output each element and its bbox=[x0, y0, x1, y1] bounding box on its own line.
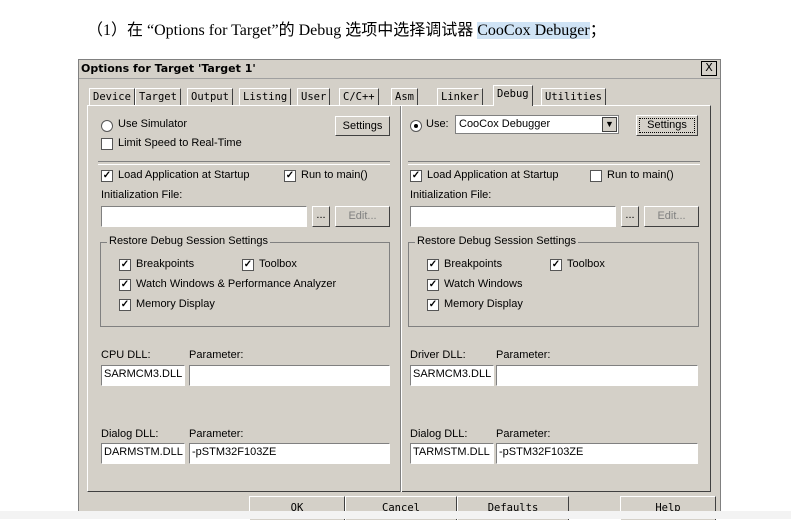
tab-debug[interactable]: Debug bbox=[493, 85, 533, 106]
left-browse-button[interactable]: ... bbox=[312, 206, 330, 227]
left-load-app-checkbox[interactable]: ✓ bbox=[101, 170, 113, 182]
left-run-to-main-label: Run to main() bbox=[301, 169, 368, 181]
debugger-settings-button[interactable]: Settings bbox=[636, 115, 698, 136]
use-label: Use: bbox=[426, 118, 449, 130]
right-run-to-main-checkbox[interactable] bbox=[590, 170, 602, 182]
use-simulator-label: Use Simulator bbox=[118, 118, 188, 130]
right-breakpoints-label: Breakpoints bbox=[444, 258, 503, 270]
left-toolbox-label: Toolbox bbox=[259, 258, 297, 270]
cpu-dll-input[interactable]: SARMCM3.DLL bbox=[101, 365, 185, 386]
left-edit-button[interactable]: Edit... bbox=[335, 206, 390, 227]
right-browse-button[interactable]: ... bbox=[621, 206, 639, 227]
right-init-file-label: Initialization File: bbox=[410, 189, 492, 201]
instruction-suffix: ； bbox=[589, 22, 606, 39]
tab-user[interactable]: User bbox=[297, 88, 331, 105]
left-watch-checkbox[interactable]: ✓ bbox=[119, 279, 131, 291]
dialog-param-label-left: Parameter: bbox=[189, 428, 244, 440]
right-restore-group: Restore Debug Session Settings ✓ Breakpo… bbox=[408, 235, 699, 327]
left-separator bbox=[98, 161, 390, 165]
left-init-file-input[interactable] bbox=[101, 206, 307, 227]
right-init-file-input[interactable] bbox=[410, 206, 616, 227]
left-memory-label: Memory Display bbox=[136, 298, 215, 310]
left-load-app-label: Load Application at Startup bbox=[118, 169, 250, 181]
left-memory-checkbox[interactable]: ✓ bbox=[119, 299, 131, 311]
right-restore-group-title: Restore Debug Session Settings bbox=[415, 235, 578, 247]
page-footer-strip bbox=[0, 511, 791, 519]
tab-utilities[interactable]: Utilities bbox=[541, 88, 606, 105]
right-breakpoints-checkbox[interactable]: ✓ bbox=[427, 259, 439, 271]
left-breakpoints-label: Breakpoints bbox=[136, 258, 195, 270]
tab-asm[interactable]: Asm bbox=[391, 88, 418, 105]
dialog-param-label-right: Parameter: bbox=[496, 428, 551, 440]
left-restore-group: Restore Debug Session Settings ✓ Breakpo… bbox=[100, 235, 390, 327]
left-breakpoints-checkbox[interactable]: ✓ bbox=[119, 259, 131, 271]
dialog-title: Options for Target 'Target 1' bbox=[81, 62, 256, 75]
right-memory-checkbox[interactable]: ✓ bbox=[427, 299, 439, 311]
right-separator bbox=[408, 161, 700, 165]
tab-output[interactable]: Output bbox=[187, 88, 233, 105]
instruction-text: （1）在 “Options for Target”的 Debug 选项中选择调试… bbox=[87, 16, 606, 40]
right-load-app-checkbox[interactable]: ✓ bbox=[410, 170, 422, 182]
debugger-select[interactable]: CooCox Debugger ▼ bbox=[455, 115, 619, 134]
panel-divider bbox=[400, 106, 402, 492]
tab-listing[interactable]: Listing bbox=[239, 88, 292, 105]
cpu-param-label: Parameter: bbox=[189, 349, 244, 361]
instruction-highlight: CooCox Debuger bbox=[477, 22, 590, 39]
dialog-titlebar: Options for Target 'Target 1' X bbox=[79, 60, 720, 79]
driver-dll-label: Driver DLL: bbox=[410, 349, 466, 361]
debugger-select-value: CooCox Debugger bbox=[459, 118, 551, 130]
dialog-param-input-left[interactable]: -pSTM32F103ZE bbox=[189, 443, 390, 464]
dialog-dll-label-left: Dialog DLL: bbox=[101, 428, 159, 440]
left-restore-group-title: Restore Debug Session Settings bbox=[107, 235, 270, 247]
tab-target[interactable]: Target bbox=[135, 88, 181, 105]
simulator-settings-button[interactable]: Settings bbox=[335, 116, 390, 136]
driver-param-label: Parameter: bbox=[496, 349, 551, 361]
tab-device[interactable]: Device bbox=[89, 88, 135, 105]
right-memory-label: Memory Display bbox=[444, 298, 523, 310]
dialog-dll-input-right[interactable]: TARMSTM.DLL bbox=[410, 443, 494, 464]
debug-panel: Use Simulator Limit Speed to Real-Time S… bbox=[87, 105, 711, 492]
use-simulator-radio[interactable] bbox=[101, 120, 113, 132]
dialog-dll-input-left[interactable]: DARMSTM.DLL bbox=[101, 443, 185, 464]
chevron-down-icon[interactable]: ▼ bbox=[602, 117, 617, 132]
cpu-param-input[interactable] bbox=[189, 365, 390, 386]
tab-linker[interactable]: Linker bbox=[437, 88, 483, 105]
left-init-file-label: Initialization File: bbox=[101, 189, 183, 201]
limit-speed-checkbox[interactable] bbox=[101, 138, 113, 150]
right-load-app-label: Load Application at Startup bbox=[427, 169, 559, 181]
use-debugger-radio[interactable] bbox=[410, 120, 422, 132]
right-run-to-main-label: Run to main() bbox=[607, 169, 674, 181]
driver-param-input[interactable] bbox=[496, 365, 698, 386]
options-dialog: Options for Target 'Target 1' X Device T… bbox=[78, 59, 721, 520]
right-watch-checkbox[interactable]: ✓ bbox=[427, 279, 439, 291]
right-watch-label: Watch Windows bbox=[444, 278, 523, 290]
cpu-dll-label: CPU DLL: bbox=[101, 349, 151, 361]
limit-speed-label: Limit Speed to Real-Time bbox=[118, 137, 242, 149]
left-toolbox-checkbox[interactable]: ✓ bbox=[242, 259, 254, 271]
right-toolbox-label: Toolbox bbox=[567, 258, 605, 270]
dialog-param-input-right[interactable]: -pSTM32F103ZE bbox=[496, 443, 698, 464]
tab-cpp[interactable]: C/C++ bbox=[339, 88, 379, 105]
close-icon[interactable]: X bbox=[701, 61, 717, 76]
left-watch-label: Watch Windows & Performance Analyzer bbox=[136, 278, 337, 290]
instruction-prefix: （1）在 “Options for Target”的 Debug 选项中选择调试… bbox=[87, 22, 478, 39]
right-toolbox-checkbox[interactable]: ✓ bbox=[550, 259, 562, 271]
dialog-dll-label-right: Dialog DLL: bbox=[410, 428, 468, 440]
right-edit-button[interactable]: Edit... bbox=[644, 206, 699, 227]
driver-dll-input[interactable]: SARMCM3.DLL bbox=[410, 365, 494, 386]
left-run-to-main-checkbox[interactable]: ✓ bbox=[284, 170, 296, 182]
